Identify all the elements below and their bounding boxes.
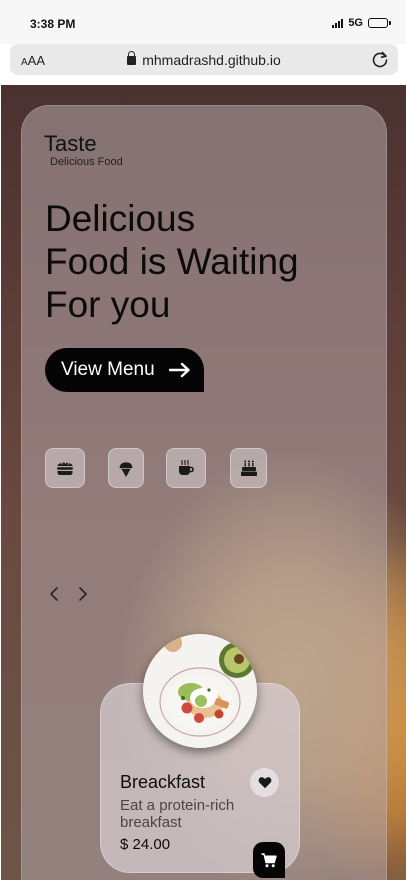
lock-icon: [127, 51, 137, 65]
hero-line: Delicious: [45, 198, 196, 239]
url-display[interactable]: mhmadrashd.github.io: [10, 51, 398, 68]
coffee-icon: [179, 459, 194, 475]
hero-line: Food is Waiting: [45, 241, 299, 282]
status-indicators: 5G: [332, 17, 391, 29]
brand-name: Taste: [44, 131, 97, 156]
ice-cream-icon: [119, 462, 133, 477]
status-time: 3:38 PM: [30, 17, 76, 31]
product-image: [143, 634, 257, 748]
view-menu-label: View Menu: [61, 359, 155, 380]
heart-icon: [258, 777, 271, 789]
hero-line: For you: [45, 284, 171, 325]
battery-icon: [368, 18, 391, 28]
burger-icon: [57, 462, 73, 475]
category-burger-button[interactable]: [45, 448, 85, 488]
status-bar: 3:38 PM 5G: [0, 0, 406, 44]
cart-icon: [261, 852, 277, 867]
category-cake-button[interactable]: [230, 448, 267, 488]
url-text: mhmadrashd.github.io: [142, 52, 281, 68]
chevron-left-icon[interactable]: [47, 585, 61, 603]
favorite-button[interactable]: [250, 768, 279, 797]
add-to-cart-button[interactable]: [253, 842, 285, 878]
brand-tagline: Delicious Food: [50, 156, 123, 168]
category-coffee-button[interactable]: [166, 448, 206, 488]
food-plate-illustration: [143, 634, 257, 748]
network-label: 5G: [348, 17, 363, 29]
view-menu-button[interactable]: View Menu: [45, 348, 204, 392]
reload-icon[interactable]: [370, 49, 390, 69]
signal-icon: [332, 18, 344, 28]
product-price: $ 24.00: [120, 836, 171, 853]
product-description: Eat a protein-rich breakfast: [120, 797, 235, 831]
cake-icon: [240, 460, 257, 476]
category-ice-cream-button[interactable]: [108, 448, 144, 488]
chevron-right-icon[interactable]: [76, 585, 90, 603]
product-title: Breackfast: [120, 772, 206, 792]
arrow-right-icon: [168, 362, 190, 378]
address-bar[interactable]: AAA mhmadrashd.github.io: [10, 44, 398, 75]
hero-heading: Delicious Food is Waiting For you: [45, 197, 345, 326]
